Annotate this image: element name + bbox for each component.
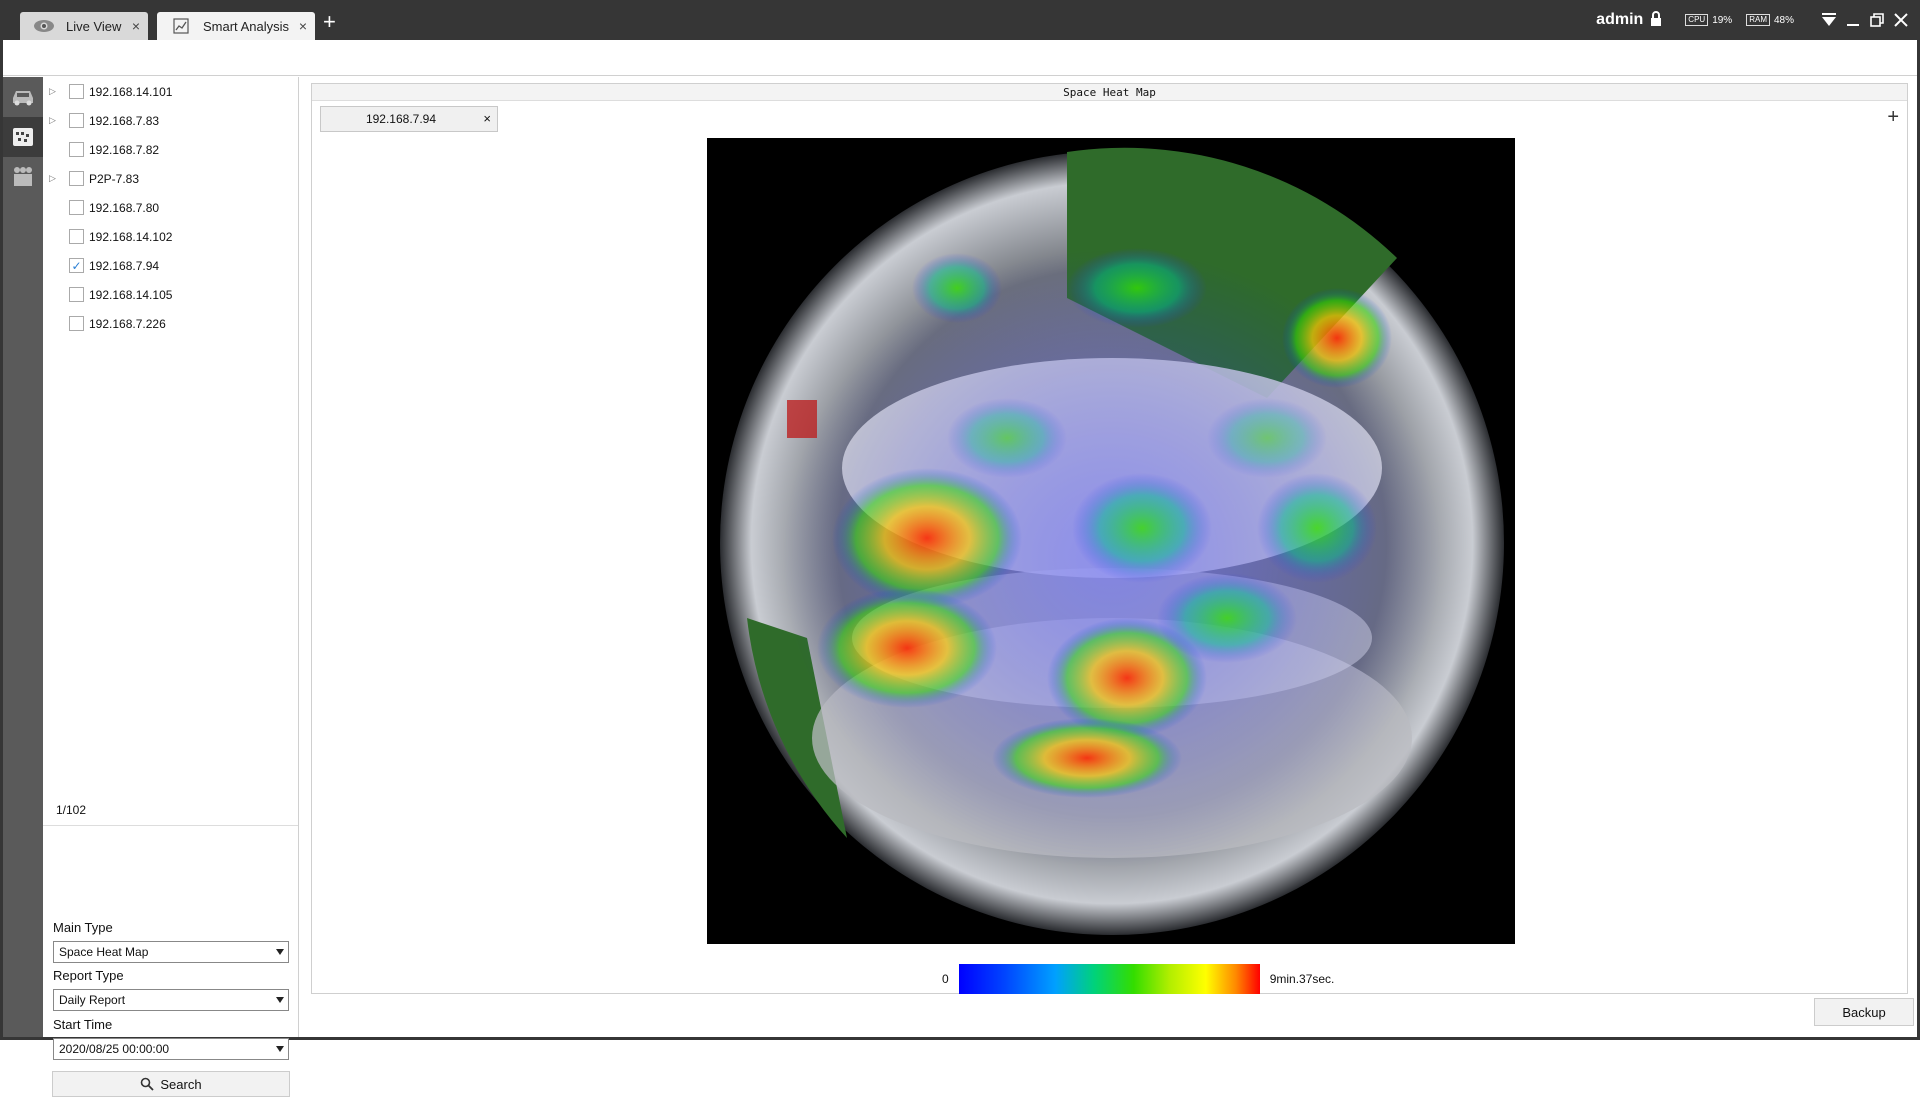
device-label: 192.168.7.226 xyxy=(89,317,166,331)
device-label: 192.168.7.94 xyxy=(89,259,159,273)
device-checkbox[interactable] xyxy=(69,287,84,302)
main-type-value: Space Heat Map xyxy=(59,945,148,959)
function-rail xyxy=(3,77,43,1037)
device-row[interactable]: 192.168.7.82 xyxy=(43,135,159,164)
dropdown-arrow-icon xyxy=(276,1046,284,1052)
chart-icon xyxy=(169,18,193,34)
device-label: 192.168.7.80 xyxy=(89,201,159,215)
device-row[interactable]: ▷ 192.168.14.101 xyxy=(43,77,172,106)
add-channel-button[interactable]: + xyxy=(1887,106,1899,129)
tab-label: Smart Analysis xyxy=(203,19,289,34)
close-window-button[interactable] xyxy=(1890,13,1912,27)
tab-label: Live View xyxy=(66,19,121,34)
heat-map-image xyxy=(707,138,1515,944)
heatmap-icon[interactable] xyxy=(3,117,43,157)
filter-panel: Main Type Space Heat Map Report Type Dai… xyxy=(43,825,298,1037)
restore-button[interactable] xyxy=(1866,13,1888,27)
lock-icon[interactable] xyxy=(1649,11,1663,30)
page-indicator: 1/102 xyxy=(56,803,86,817)
close-icon[interactable]: × xyxy=(483,111,491,126)
minimize-button[interactable] xyxy=(1842,13,1864,27)
report-type-value: Daily Report xyxy=(59,993,125,1007)
main-type-label: Main Type xyxy=(53,920,113,935)
dropdown-arrow-icon xyxy=(276,949,284,955)
dropdown-arrow-icon xyxy=(276,997,284,1003)
expand-arrow-icon[interactable]: ▷ xyxy=(49,86,59,97)
report-type-select[interactable]: Daily Report xyxy=(53,989,289,1011)
expand-arrow-icon[interactable]: ▷ xyxy=(49,115,59,126)
device-row[interactable]: ✓ 192.168.7.94 xyxy=(43,251,159,280)
expand-arrow-icon[interactable]: ▷ xyxy=(49,173,59,184)
device-label: 192.168.14.102 xyxy=(89,230,172,244)
cpu-meter: CPU 19% xyxy=(1685,14,1732,26)
close-icon[interactable]: × xyxy=(132,18,140,34)
report-type-label: Report Type xyxy=(53,968,124,983)
people-counting-icon[interactable] xyxy=(3,157,43,197)
device-checkbox[interactable] xyxy=(69,84,84,99)
device-checkbox[interactable] xyxy=(69,316,84,331)
panel-title: Space Heat Map xyxy=(312,84,1907,101)
device-label: 192.168.7.82 xyxy=(89,143,159,157)
device-label: 192.168.14.105 xyxy=(89,288,172,302)
start-time-label: Start Time xyxy=(53,1017,112,1032)
eye-icon xyxy=(32,18,56,34)
device-label: 192.168.14.101 xyxy=(89,85,172,99)
search-icon xyxy=(140,1077,154,1091)
device-checkbox[interactable] xyxy=(69,229,84,244)
dropdown-menu-button[interactable] xyxy=(1818,13,1840,27)
title-bar: Live View × Smart Analysis × + admin CPU… xyxy=(0,0,1920,40)
cpu-value: 19% xyxy=(1712,15,1732,26)
search-button[interactable]: Search xyxy=(52,1071,290,1097)
username: admin xyxy=(1596,11,1643,29)
device-row[interactable]: 192.168.7.80 xyxy=(43,193,159,222)
device-row[interactable]: ▷ 192.168.7.83 xyxy=(43,106,159,135)
heat-map-panel: Space Heat Map 192.168.7.94 × + xyxy=(311,83,1908,994)
status-area: admin CPU 19% RAM 48% xyxy=(1596,0,1920,40)
channel-tab-label: 192.168.7.94 xyxy=(321,112,481,126)
start-time-value: 2020/08/25 00:00:00 xyxy=(59,1042,169,1056)
cpu-chip-icon: CPU xyxy=(1685,14,1708,26)
device-checkbox[interactable]: ✓ xyxy=(69,258,84,273)
channel-tab[interactable]: 192.168.7.94 × xyxy=(320,106,498,132)
heat-legend: 0 9min.37sec. xyxy=(942,964,1334,994)
backup-button[interactable]: Backup xyxy=(1814,998,1914,1026)
device-row[interactable]: 192.168.7.226 xyxy=(43,309,166,338)
start-time-select[interactable]: 2020/08/25 00:00:00 xyxy=(53,1038,289,1060)
legend-min: 0 xyxy=(942,972,949,986)
device-checkbox[interactable] xyxy=(69,171,84,186)
ram-meter: RAM 48% xyxy=(1746,14,1794,26)
tab-smart-analysis[interactable]: Smart Analysis × xyxy=(157,12,315,40)
device-checkbox[interactable] xyxy=(69,113,84,128)
device-row[interactable]: 192.168.14.102 xyxy=(43,222,172,251)
device-checkbox[interactable] xyxy=(69,200,84,215)
ram-chip-icon: RAM xyxy=(1746,14,1770,26)
close-icon[interactable]: × xyxy=(299,18,307,34)
device-row[interactable]: 192.168.14.105 xyxy=(43,280,172,309)
main-type-select[interactable]: Space Heat Map xyxy=(53,941,289,963)
ram-value: 48% xyxy=(1774,15,1794,26)
tab-live-view[interactable]: Live View × xyxy=(20,12,148,40)
vehicle-icon[interactable] xyxy=(3,77,43,117)
device-tree: ▷ 192.168.14.101 ▷ 192.168.7.83 192.168.7.82… xyxy=(43,77,299,1037)
device-label: 192.168.7.83 xyxy=(89,114,159,128)
add-tab-button[interactable]: + xyxy=(323,10,336,34)
toolbar-strip xyxy=(3,40,1917,76)
search-label: Search xyxy=(160,1077,201,1092)
device-label: P2P-7.83 xyxy=(89,172,139,186)
device-row[interactable]: ▷ P2P-7.83 xyxy=(43,164,139,193)
legend-gradient xyxy=(959,964,1260,994)
device-checkbox[interactable] xyxy=(69,142,84,157)
legend-max: 9min.37sec. xyxy=(1270,972,1335,986)
